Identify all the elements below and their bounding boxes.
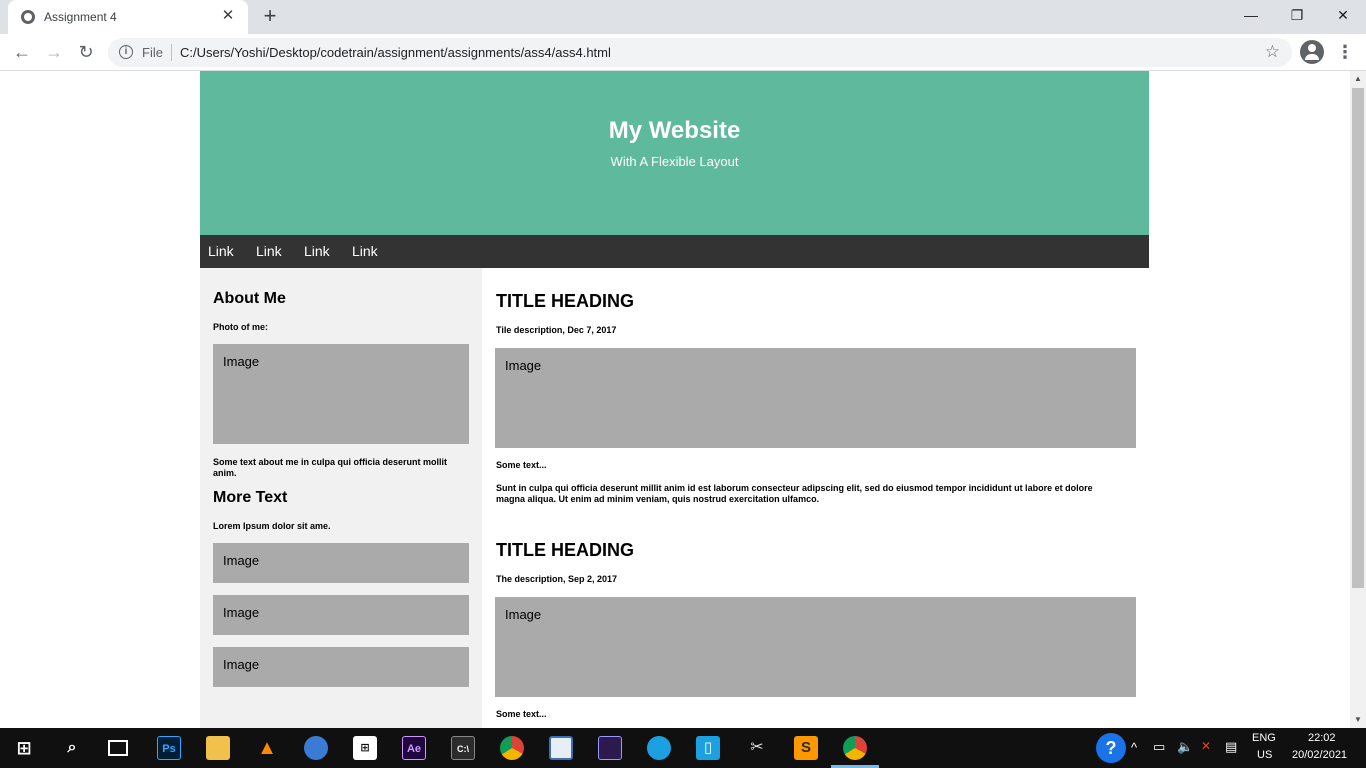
post-1-lead: Some text...	[496, 460, 547, 470]
sidebar: About Me Photo of me: Image Some text ab…	[200, 268, 482, 728]
scroll-down-icon[interactable]: ▼	[1350, 712, 1366, 728]
scrollbar-thumb[interactable]	[1352, 88, 1364, 588]
address-bar[interactable]: i File C:/Users/Yoshi/Desktop/codetrain/…	[108, 38, 1292, 67]
app-icon[interactable]	[549, 736, 573, 760]
chrome-icon[interactable]	[843, 736, 867, 760]
scheme-label: File	[142, 45, 163, 60]
store-icon[interactable]: ⊞	[353, 736, 377, 760]
photoshop-icon[interactable]: Ps	[157, 736, 181, 760]
chrome-icon[interactable]	[500, 736, 524, 760]
post-1-image: Image	[495, 348, 1136, 448]
more-text: Lorem Ipsum dolor sit ame.	[213, 521, 331, 531]
bookmark-star-icon[interactable]: ☆	[1265, 42, 1280, 62]
file-explorer-icon[interactable]	[206, 736, 230, 760]
nav-link-1[interactable]: Link	[208, 243, 234, 259]
post-2-heading: TITLE HEADING	[496, 540, 634, 560]
browser-tab[interactable]: Assignment 4 ✕	[8, 0, 248, 34]
post-2-lead: Some text...	[496, 709, 547, 719]
taskbar: ⊞ ⌕ Ps ▲ ⊞ Ae C:\ ▯ ✂ S ? ^ ▭ 🔈 ✕ ▤ ENG …	[0, 728, 1366, 768]
nav-link-4[interactable]: Link	[352, 243, 378, 259]
post-1-description: Tile description, Dec 7, 2017	[496, 325, 617, 335]
about-heading: About Me	[213, 290, 286, 307]
sidebar-image-3: Image	[213, 647, 469, 687]
search-icon[interactable]: ⌕	[60, 736, 84, 760]
help-icon[interactable]: ?	[1096, 733, 1126, 763]
close-window-button[interactable]: ✕	[1320, 0, 1366, 30]
clock-time[interactable]: 22:02	[1308, 732, 1336, 744]
post-1-heading: TITLE HEADING	[496, 291, 634, 311]
sidebar-image-1: Image	[213, 543, 469, 583]
main-content: TITLE HEADING Tile description, Dec 7, 2…	[482, 268, 1149, 728]
tray-app-icon[interactable]: ✕	[1201, 739, 1211, 753]
site-subtitle: With A Flexible Layout	[610, 154, 739, 169]
divider	[171, 44, 172, 61]
image-label: Image	[223, 605, 260, 620]
app-icon[interactable]: ▯	[696, 736, 720, 760]
volume-icon[interactable]: 🔈	[1177, 739, 1193, 755]
about-image: Image	[213, 344, 469, 444]
sidebar-image-2: Image	[213, 595, 469, 635]
post-2-image: Image	[495, 597, 1136, 697]
region-label[interactable]: US	[1257, 749, 1272, 761]
page-scrollbar[interactable]: ▲ ▼	[1350, 71, 1366, 728]
windows-start-icon[interactable]: ⊞	[12, 736, 36, 760]
image-label: Image	[223, 657, 260, 672]
about-text: Some text about me in culpa qui officia …	[213, 457, 448, 478]
page-viewport: My Website With A Flexible Layout Link L…	[0, 71, 1350, 728]
photo-label: Photo of me:	[213, 322, 268, 332]
website: My Website With A Flexible Layout Link L…	[200, 71, 1149, 728]
minimize-button[interactable]: —	[1228, 0, 1274, 30]
terminal-icon[interactable]: C:\	[451, 736, 475, 760]
notes-icon[interactable]: ▤	[1225, 739, 1237, 755]
reload-icon[interactable]: ↻	[74, 40, 98, 64]
profile-avatar-icon[interactable]	[1300, 40, 1324, 64]
site-nav: Link Link Link Link	[200, 235, 1149, 268]
app-icon[interactable]: ✂	[745, 736, 769, 760]
browser-tab-strip: Assignment 4 ✕ + — ❐ ✕	[0, 0, 1366, 34]
sublime-icon[interactable]: S	[794, 736, 818, 760]
image-label: Image	[223, 553, 260, 568]
more-text-heading: More Text	[213, 489, 288, 506]
post-2-description: The description, Sep 2, 2017	[496, 574, 618, 584]
language-label[interactable]: ENG	[1252, 732, 1276, 744]
scroll-up-icon[interactable]: ▲	[1350, 71, 1366, 87]
tab-title: Assignment 4	[44, 10, 117, 24]
network-icon[interactable]: ▭	[1153, 739, 1165, 755]
globe-icon	[21, 10, 35, 24]
browser-icon[interactable]	[304, 736, 328, 760]
image-label: Image	[505, 607, 542, 622]
info-icon[interactable]: i	[119, 45, 133, 59]
premiere-icon[interactable]	[598, 736, 622, 760]
url-text[interactable]: C:/Users/Yoshi/Desktop/codetrain/assignm…	[180, 45, 611, 60]
clock-date[interactable]: 20/02/2021	[1292, 749, 1347, 761]
image-label: Image	[223, 354, 260, 369]
site-header: My Website With A Flexible Layout	[200, 71, 1149, 235]
browser-toolbar: ← → ↻ i File C:/Users/Yoshi/Desktop/code…	[0, 34, 1366, 71]
menu-kebab-icon[interactable]: ⋮	[1336, 40, 1354, 64]
tray-chevron-icon[interactable]: ^	[1131, 740, 1137, 755]
back-arrow-icon[interactable]: ←	[10, 40, 34, 64]
post-1-body: Sunt in culpa qui officia deserunt milli…	[496, 483, 1093, 504]
vlc-icon[interactable]: ▲	[255, 736, 279, 760]
nav-link-2[interactable]: Link	[256, 243, 282, 259]
nav-link-3[interactable]: Link	[304, 243, 330, 259]
tab-close-button[interactable]: ✕	[218, 6, 238, 26]
after-effects-icon[interactable]: Ae	[402, 736, 426, 760]
forward-arrow-icon[interactable]: →	[42, 40, 66, 64]
restore-button[interactable]: ❐	[1274, 0, 1320, 30]
new-tab-button[interactable]: +	[258, 5, 282, 29]
image-label: Image	[505, 358, 542, 373]
site-title: My Website	[608, 117, 741, 144]
app-icon[interactable]	[647, 736, 671, 760]
task-view-icon[interactable]	[108, 740, 128, 756]
